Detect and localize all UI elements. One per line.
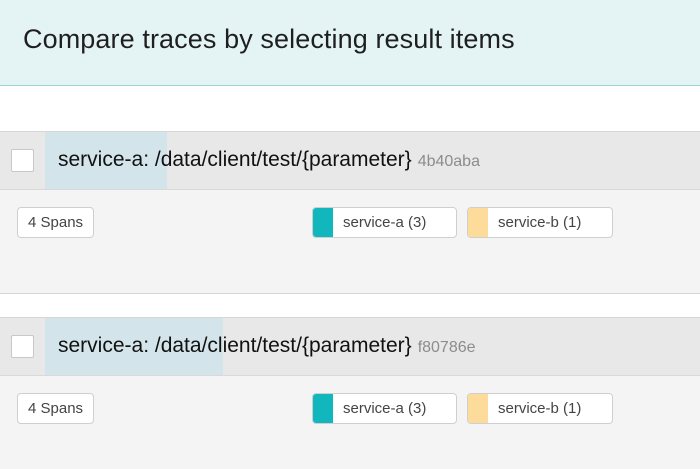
result-item[interactable]: service-a: /data/client/test/{parameter}…	[0, 317, 700, 469]
service-color-swatch	[313, 208, 333, 237]
service-color-swatch	[468, 208, 488, 237]
trace-id: f80786e	[417, 339, 476, 356]
divider	[0, 293, 700, 294]
compare-banner: Compare traces by selecting result items	[0, 0, 700, 86]
compare-checkbox[interactable]	[11, 335, 34, 358]
trace-name: service-a: /data/client/test/{parameter}	[58, 334, 412, 357]
service-label: service-b (1)	[498, 214, 582, 231]
service-color-swatch	[313, 394, 333, 423]
result-body: 4 Spans service-a (3) service-b (1)	[0, 376, 700, 469]
trace-title[interactable]: service-a: /data/client/test/{parameter}…	[58, 334, 476, 358]
service-label: service-a (3)	[343, 214, 427, 231]
service-label: service-b (1)	[498, 400, 582, 417]
service-tag-service-a: service-a (3)	[312, 393, 457, 424]
trace-id: 4b40aba	[417, 153, 480, 170]
service-color-swatch	[468, 394, 488, 423]
banner-title: Compare traces by selecting result items	[23, 24, 515, 54]
trace-name: service-a: /data/client/test/{parameter}	[58, 148, 412, 171]
spans-count-tag: 4 Spans	[17, 393, 95, 424]
result-item[interactable]: service-a: /data/client/test/{parameter}…	[0, 131, 700, 293]
service-tag-service-b: service-b (1)	[467, 207, 613, 238]
service-tag-service-b: service-b (1)	[467, 393, 613, 424]
service-label: service-a (3)	[343, 400, 427, 417]
service-tag-service-a: service-a (3)	[312, 207, 457, 238]
spans-count-tag: 4 Spans	[17, 207, 95, 238]
trace-title[interactable]: service-a: /data/client/test/{parameter}…	[58, 148, 480, 172]
result-body: 4 Spans service-a (3) service-b (1)	[0, 190, 700, 293]
compare-checkbox[interactable]	[11, 149, 34, 172]
result-header[interactable]: service-a: /data/client/test/{parameter}…	[0, 131, 700, 190]
result-header[interactable]: service-a: /data/client/test/{parameter}…	[0, 317, 700, 376]
